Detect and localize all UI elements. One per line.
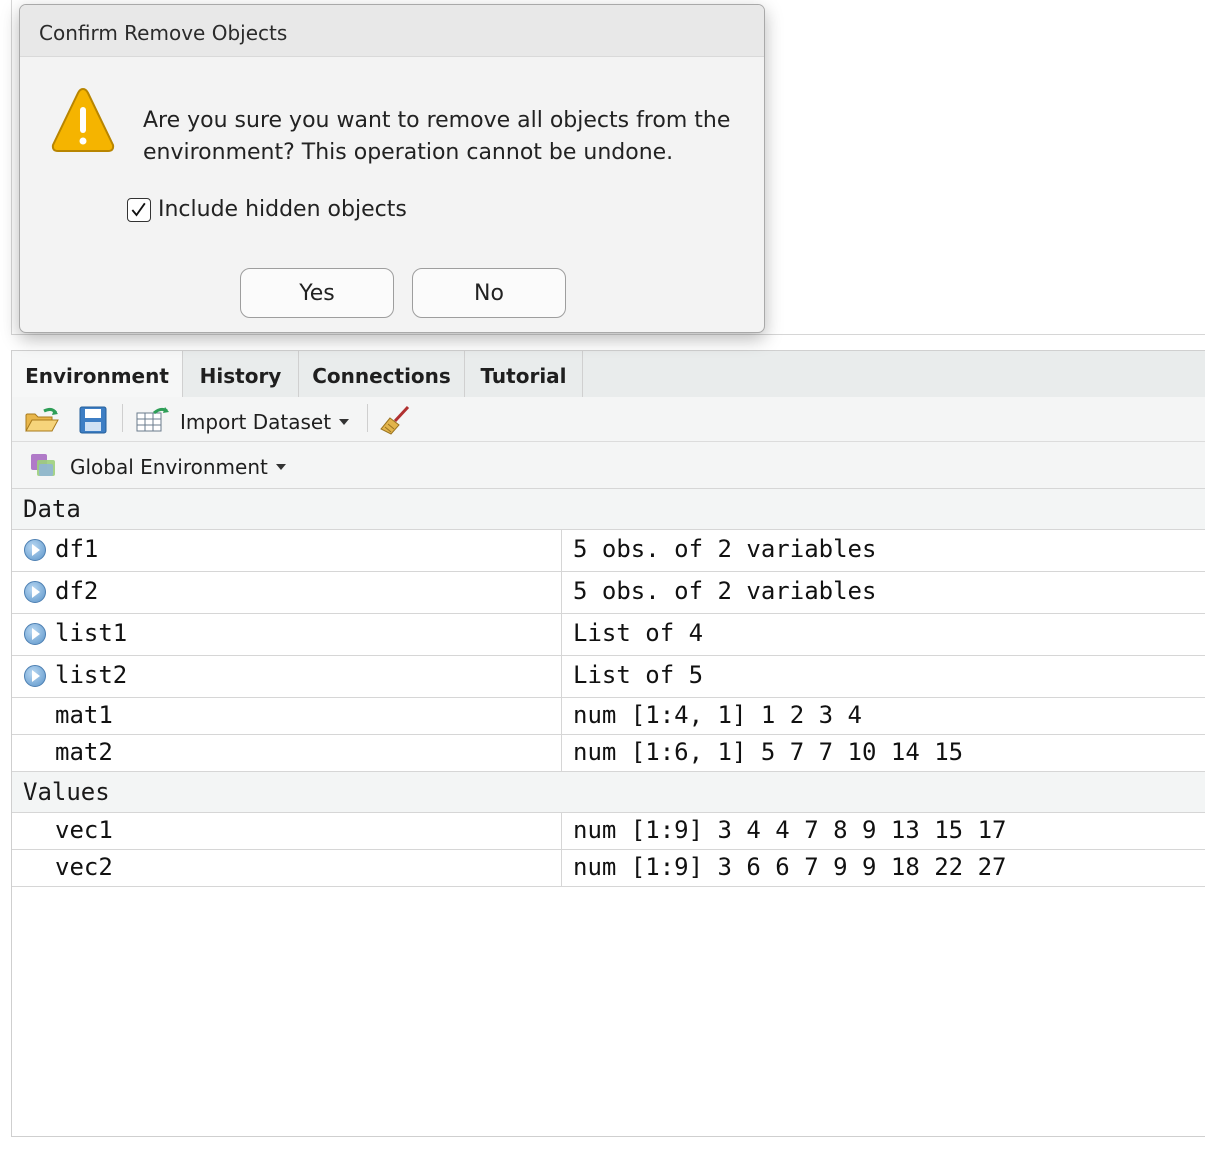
include-hidden-label[interactable]: Include hidden objects xyxy=(158,195,407,225)
table-row[interactable]: vec2 num [1:9] 3 6 6 7 9 9 18 22 27 xyxy=(12,850,1205,887)
object-value: List of 4 xyxy=(561,614,703,655)
section-header-data: Data xyxy=(12,489,1205,530)
table-row[interactable]: df2 5 obs. of 2 variables xyxy=(12,572,1205,614)
tab-tutorial[interactable]: Tutorial xyxy=(465,351,583,397)
environment-selector[interactable]: Global Environment xyxy=(70,450,268,480)
table-row[interactable]: df1 5 obs. of 2 variables xyxy=(12,530,1205,572)
broom-icon[interactable] xyxy=(378,405,414,435)
table-row[interactable]: list1 List of 4 xyxy=(12,614,1205,656)
environment-selector-bar: Global Environment xyxy=(12,442,1205,489)
warning-icon xyxy=(51,87,115,152)
tab-connections[interactable]: Connections xyxy=(299,351,465,397)
dialog-message: Are you sure you want to remove all obje… xyxy=(143,108,731,165)
panel-edge xyxy=(11,0,12,335)
import-dataset-icon[interactable] xyxy=(134,405,170,435)
expand-icon[interactable] xyxy=(24,539,46,561)
object-value: num [1:6, 1] 5 7 7 10 14 15 xyxy=(561,735,963,771)
import-dataset-button[interactable]: Import Dataset xyxy=(180,405,331,435)
object-value: 5 obs. of 2 variables xyxy=(561,572,876,613)
object-name: list1 xyxy=(55,619,128,647)
no-button[interactable]: No xyxy=(412,268,566,318)
section-header-values: Values xyxy=(12,772,1205,813)
object-value: num [1:9] 3 4 4 7 8 9 13 15 17 xyxy=(561,813,1006,849)
include-hidden-checkbox[interactable] xyxy=(127,198,151,222)
object-value: List of 5 xyxy=(561,656,703,697)
object-name: list2 xyxy=(55,661,128,689)
object-value: 5 obs. of 2 variables xyxy=(561,530,876,571)
table-row[interactable]: vec1 num [1:9] 3 4 4 7 8 9 13 15 17 xyxy=(12,813,1205,850)
object-name: vec2 xyxy=(55,853,113,881)
checkmark-icon xyxy=(131,202,146,217)
confirm-dialog: Confirm Remove Objects Are you sure you … xyxy=(19,4,765,333)
tab-bar: Environment History Connections Tutorial xyxy=(12,350,1205,398)
expand-icon[interactable] xyxy=(24,581,46,603)
toolbar: Import Dataset xyxy=(12,397,1205,442)
table-row[interactable]: mat2 num [1:6, 1] 5 7 7 10 14 15 xyxy=(12,735,1205,772)
tab-environment[interactable]: Environment xyxy=(12,351,183,398)
environment-icon xyxy=(31,454,55,476)
toolbar-separator xyxy=(367,404,368,432)
object-name: df2 xyxy=(55,577,99,605)
environment-pane: Environment History Connections Tutorial xyxy=(11,350,1205,1137)
panel-divider xyxy=(11,334,1205,335)
tab-history[interactable]: History xyxy=(183,351,299,397)
table-row[interactable]: list2 List of 5 xyxy=(12,656,1205,698)
open-folder-icon[interactable] xyxy=(24,405,60,435)
object-value: num [1:4, 1] 1 2 3 4 xyxy=(561,698,862,734)
expand-icon[interactable] xyxy=(24,665,46,687)
object-name: df1 xyxy=(55,535,99,563)
table-row[interactable]: mat1 num [1:4, 1] 1 2 3 4 xyxy=(12,698,1205,735)
dialog-title: Confirm Remove Objects xyxy=(39,21,288,45)
save-icon[interactable] xyxy=(74,405,110,435)
object-name: mat2 xyxy=(55,738,113,766)
object-name: vec1 xyxy=(55,816,113,844)
dialog-titlebar: Confirm Remove Objects xyxy=(20,5,764,57)
import-dataset-dropdown-icon[interactable] xyxy=(339,419,349,425)
environment-table: Data df1 5 obs. of 2 variables df2 5 obs… xyxy=(12,489,1205,887)
yes-button[interactable]: Yes xyxy=(240,268,394,318)
object-value: num [1:9] 3 6 6 7 9 9 18 22 27 xyxy=(561,850,1006,886)
environment-dropdown-icon[interactable] xyxy=(276,464,286,470)
object-name: mat1 xyxy=(55,701,113,729)
expand-icon[interactable] xyxy=(24,623,46,645)
toolbar-separator xyxy=(122,404,123,432)
